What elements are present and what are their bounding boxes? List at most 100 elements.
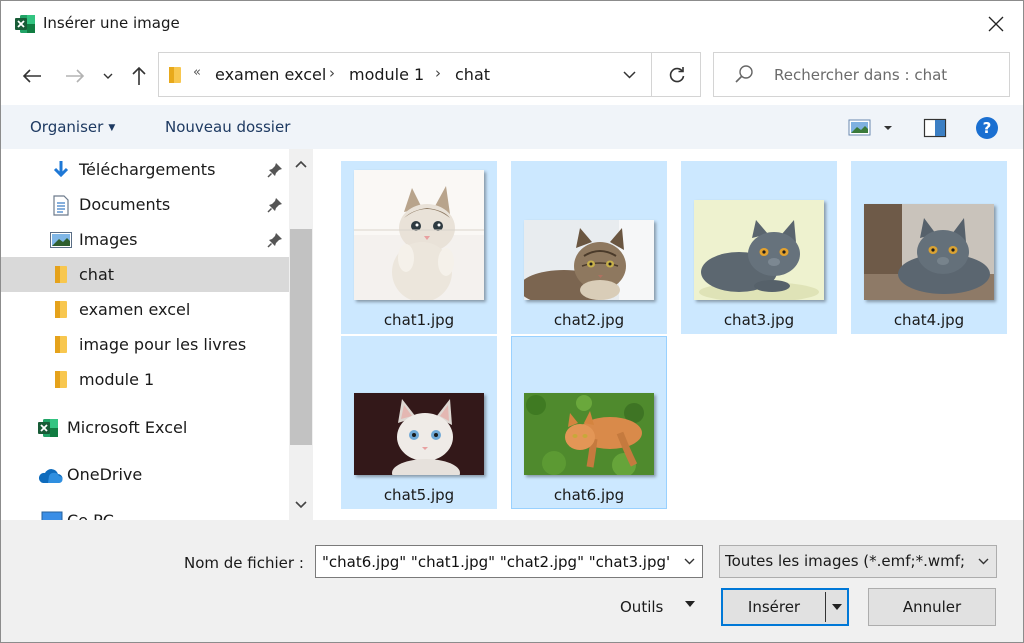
file-tile[interactable]: chat4.jpg: [851, 161, 1007, 334]
sidebar-item-images[interactable]: Images: [1, 222, 289, 257]
command-toolbar: Organiser ▼ Nouveau dossier ?: [1, 105, 1023, 149]
sidebar-item-chat[interactable]: chat: [1, 257, 289, 292]
organise-label: Organiser: [30, 118, 104, 136]
help-icon: ?: [976, 117, 998, 139]
file-name: chat2.jpg: [553, 311, 625, 329]
breadcrumb-separator[interactable]: ›: [329, 64, 335, 82]
chevron-down-icon: [978, 558, 988, 565]
file-tile[interactable]: chat5.jpg: [341, 336, 497, 509]
file-type-select[interactable]: Toutes les images (*.emf;*.wmf;: [719, 545, 997, 578]
nav-scrollbar[interactable]: [289, 149, 313, 520]
insert-split-button[interactable]: Insérer: [721, 588, 849, 626]
breadcrumb-module-1[interactable]: module 1: [349, 65, 424, 84]
sidebar-item-module-1[interactable]: module 1: [1, 362, 289, 397]
sidebar-item-label: module 1: [79, 370, 155, 389]
insert-options-dropdown[interactable]: [826, 590, 847, 624]
chevron-down-icon: [622, 71, 636, 79]
navigation-pane: Téléchargements Documents Images chat ex…: [1, 149, 313, 520]
sidebar-item-microsoft-excel[interactable]: Microsoft Excel: [1, 410, 289, 445]
insert-button[interactable]: Insérer: [723, 590, 825, 624]
close-button[interactable]: [969, 1, 1023, 47]
chevron-down-icon: [103, 73, 113, 79]
search-icon: [735, 65, 753, 83]
pin-icon[interactable]: [267, 197, 283, 213]
title-bar: Insérer une image: [1, 1, 1023, 47]
sidebar-item-onedrive[interactable]: OneDrive: [1, 457, 289, 492]
pictures-icon: [50, 232, 72, 248]
folder-icon: [55, 301, 67, 318]
file-type-value: Toutes les images (*.emf;*.wmf;: [725, 552, 965, 570]
image-thumbnail: [354, 170, 484, 300]
recent-locations-button[interactable]: [95, 61, 121, 91]
scroll-down-button[interactable]: [289, 490, 313, 520]
preview-pane-icon: [923, 118, 947, 138]
refresh-button[interactable]: [651, 53, 701, 96]
file-type-dropdown-button[interactable]: [970, 546, 996, 577]
sidebar-item-label: Documents: [79, 195, 171, 214]
caret-down-icon[interactable]: [684, 600, 696, 608]
tools-menu-button[interactable]: Outils: [620, 598, 663, 616]
breadcrumb-overflow[interactable]: «: [193, 65, 201, 80]
chevron-down-icon: [295, 501, 307, 509]
search-input[interactable]: [772, 63, 997, 87]
search-box[interactable]: [713, 52, 1010, 97]
help-button[interactable]: ?: [975, 116, 999, 140]
back-button[interactable]: [17, 61, 47, 91]
image-thumbnail: [524, 220, 654, 300]
change-view-button[interactable]: [847, 117, 899, 139]
file-name: chat1.jpg: [383, 311, 455, 329]
file-tile[interactable]: chat6.jpg: [511, 336, 667, 509]
breadcrumb-examen-excel[interactable]: examen excel: [215, 65, 326, 84]
sidebar-item-label: Téléchargements: [79, 160, 216, 179]
sidebar-item-documents[interactable]: Documents: [1, 187, 289, 222]
scroll-up-button[interactable]: [289, 149, 313, 179]
preview-pane-button[interactable]: [923, 117, 947, 139]
new-folder-button[interactable]: Nouveau dossier: [165, 118, 290, 136]
organise-menu-button[interactable]: Organiser ▼: [30, 118, 115, 136]
filename-combobox[interactable]: [315, 545, 703, 578]
image-thumbnail: [864, 204, 994, 300]
sidebar-item-downloads[interactable]: Téléchargements: [1, 152, 289, 187]
image-thumbnail: [694, 200, 824, 300]
pin-icon[interactable]: [267, 162, 283, 178]
sidebar-item-examen-excel[interactable]: examen excel: [1, 292, 289, 327]
file-tile[interactable]: chat1.jpg: [341, 161, 497, 334]
forward-button[interactable]: [60, 61, 90, 91]
arrow-right-icon: [66, 69, 85, 83]
documents-icon: [53, 195, 69, 216]
file-tile[interactable]: chat3.jpg: [681, 161, 837, 334]
folder-icon: [55, 336, 67, 353]
sidebar-item-label: Microsoft Excel: [67, 418, 188, 437]
refresh-icon: [669, 66, 684, 82]
download-arrow-icon: [53, 161, 69, 178]
scroll-thumb[interactable]: [290, 229, 312, 445]
pin-icon[interactable]: [267, 232, 283, 248]
sidebar-item-label: image pour les livres: [79, 335, 247, 354]
sidebar-item-image-pour-les-livres[interactable]: image pour les livres: [1, 327, 289, 362]
chevron-down-icon: [684, 558, 694, 565]
sidebar-item-label: examen excel: [79, 300, 191, 319]
insert-image-dialog: Insérer une image « examen excel › modul…: [0, 0, 1024, 643]
breadcrumb-separator[interactable]: ›: [435, 64, 441, 82]
folder-icon: [55, 371, 67, 388]
arrow-up-icon: [132, 66, 146, 85]
sidebar-item-label: Images: [79, 230, 138, 249]
arrow-left-icon: [22, 69, 41, 83]
image-thumbnail: [354, 393, 484, 475]
view-thumbnails-icon: [848, 119, 892, 136]
caret-down-icon: [831, 604, 842, 610]
sidebar-item-label: OneDrive: [67, 465, 143, 484]
file-tile[interactable]: chat2.jpg: [511, 161, 667, 334]
sidebar-item-label: Ce PC: [67, 511, 114, 520]
address-history-dropdown[interactable]: [614, 61, 644, 89]
window-title: Insérer une image: [43, 14, 180, 32]
cancel-button[interactable]: Annuler: [868, 588, 996, 626]
filename-input[interactable]: [320, 551, 672, 573]
up-button[interactable]: [124, 61, 154, 91]
address-bar[interactable]: « examen excel › module 1 › chat: [158, 52, 701, 97]
file-list[interactable]: chat1.jpg chat2.jpg chat3.jpg chat4.jpg …: [313, 149, 1023, 520]
breadcrumb-chat[interactable]: chat: [455, 65, 490, 84]
sidebar-item-this-pc[interactable]: Ce PC: [1, 503, 289, 520]
filename-dropdown-button[interactable]: [676, 546, 702, 577]
filename-label: Nom de fichier :: [184, 554, 304, 572]
